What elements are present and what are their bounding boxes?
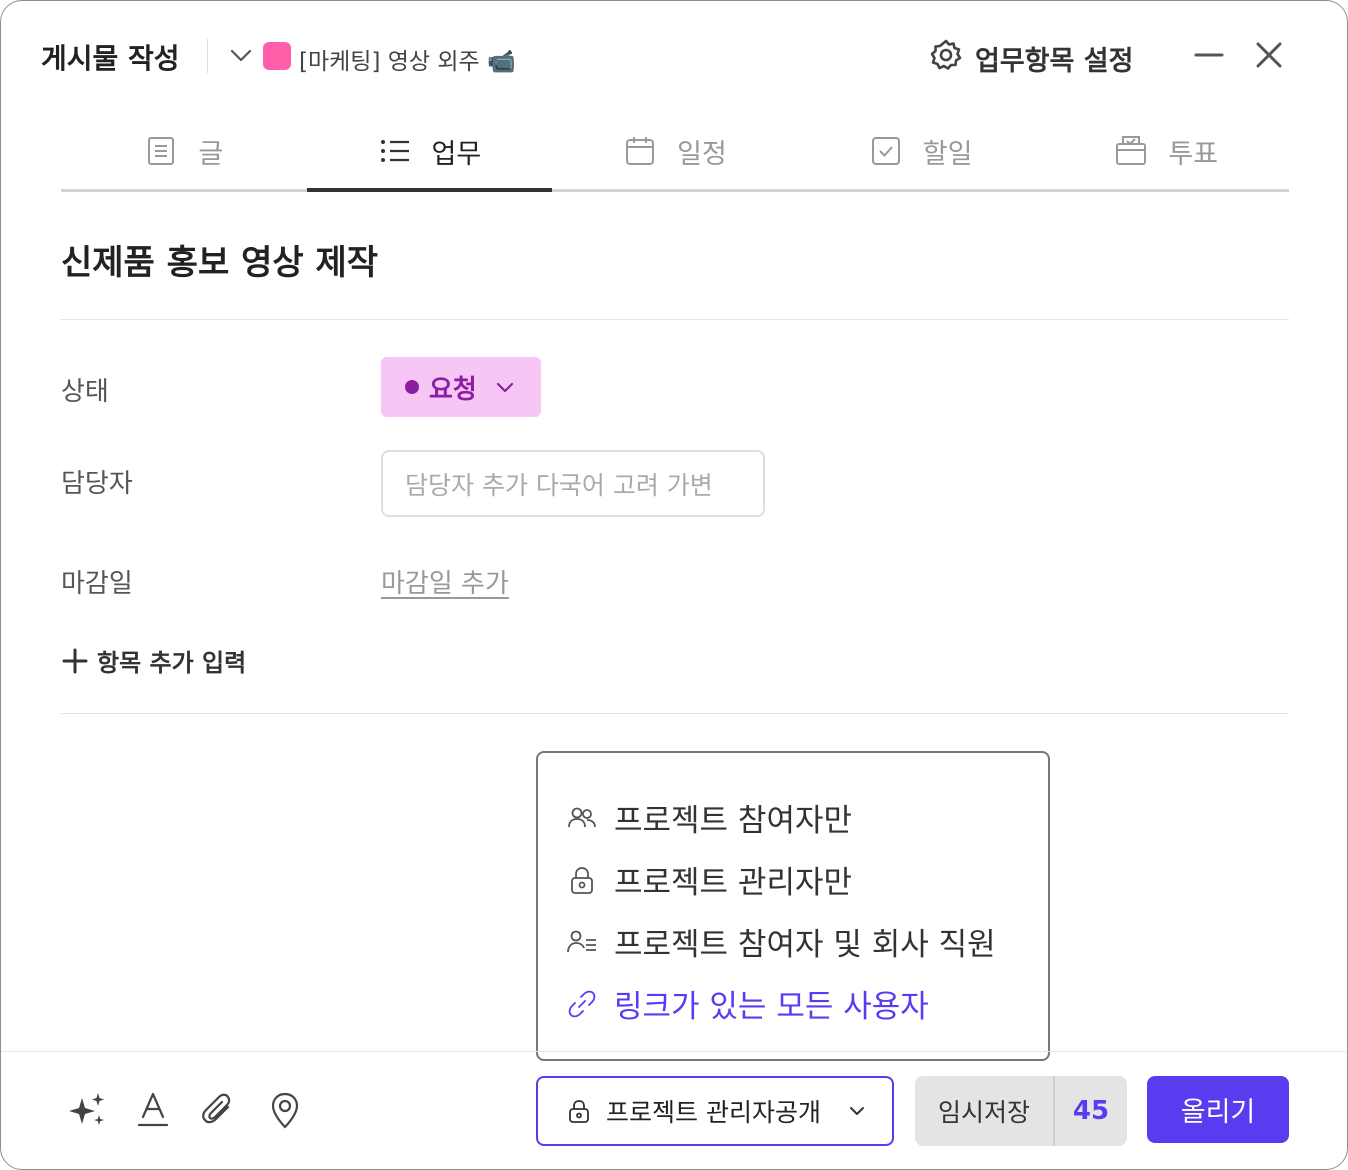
tab-label: 업무 xyxy=(431,138,482,170)
submit-button[interactable]: 올리기 xyxy=(1147,1076,1289,1143)
option-label: 프로젝트 관리자만 xyxy=(614,865,853,901)
option-label: 링크가 있는 모든 사용자 xyxy=(614,989,929,1025)
add-deadline-link[interactable]: 마감일 추가 xyxy=(381,563,509,600)
add-item-button[interactable]: 항목 추가 입력 xyxy=(61,643,246,678)
post-title[interactable]: 신제품 홍보 영상 제작 xyxy=(61,235,378,284)
status-value: 요청 xyxy=(429,374,477,405)
tab-label: 글 xyxy=(198,138,224,170)
tab-task[interactable]: 업무 xyxy=(306,113,553,192)
visibility-select[interactable]: 프로젝트 관리자공개 xyxy=(536,1076,894,1146)
post-compose-window: 게시물 작성 [마케팅] 영상 외주 📹 업무항목 설정 글 업무 일정 할일 xyxy=(0,0,1348,1170)
tab-label: 할일 xyxy=(922,138,973,170)
post-type-tabs: 글 업무 일정 할일 투표 xyxy=(61,113,1289,192)
location-pin-icon[interactable] xyxy=(264,1089,306,1131)
calendar-icon xyxy=(626,137,655,165)
assignee-input[interactable]: 담당자 추가 다국어 고려 가변 xyxy=(381,450,765,517)
tab-label: 투표 xyxy=(1168,138,1219,170)
visibility-option-participants-and-employees[interactable]: 프로젝트 참여자 및 회사 직원 xyxy=(566,919,996,964)
tab-label: 일정 xyxy=(677,138,727,170)
status-label: 상태 xyxy=(61,377,109,407)
add-item-label: 항목 추가 입력 xyxy=(97,649,247,677)
link-icon xyxy=(568,990,596,1017)
tab-todo[interactable]: 할일 xyxy=(798,113,1044,189)
chevron-down-icon xyxy=(850,1107,864,1115)
lock-icon xyxy=(571,866,593,894)
people-icon xyxy=(568,807,596,827)
visibility-value: 프로젝트 관리자공개 xyxy=(606,1098,821,1127)
text-format-icon[interactable] xyxy=(132,1089,174,1131)
option-label: 프로젝트 참여자 및 회사 직원 xyxy=(614,927,996,963)
assignee-label: 담당자 xyxy=(61,469,133,499)
chevron-down-icon xyxy=(496,382,513,393)
window-title: 게시물 작성 xyxy=(41,42,180,75)
close-icon[interactable] xyxy=(1249,35,1289,75)
project-color-swatch xyxy=(263,42,291,70)
footer-divider xyxy=(1,1051,1347,1052)
draft-save-button[interactable]: 임시저장 45 xyxy=(915,1076,1127,1146)
draft-save-label: 임시저장 xyxy=(915,1076,1055,1146)
paperclip-icon[interactable] xyxy=(198,1089,240,1131)
visibility-menu: 프로젝트 참여자만 프로젝트 관리자만 프로젝트 참여자 및 회사 직원 링크가… xyxy=(536,751,1050,1061)
task-settings-button[interactable]: 업무항목 설정 xyxy=(975,39,1133,78)
project-name[interactable]: [마케팅] 영상 외주 📹 xyxy=(299,42,516,76)
visibility-option-managers[interactable]: 프로젝트 관리자만 xyxy=(566,857,852,902)
header-divider xyxy=(207,39,208,73)
draft-count[interactable]: 45 xyxy=(1055,1076,1127,1146)
chevron-down-icon[interactable] xyxy=(227,41,255,69)
document-icon xyxy=(148,137,175,165)
lock-icon xyxy=(569,1100,589,1123)
list-icon xyxy=(380,140,409,162)
visibility-option-participants[interactable]: 프로젝트 참여자만 xyxy=(566,795,852,840)
sparkle-icon[interactable] xyxy=(67,1089,109,1131)
deadline-label: 마감일 xyxy=(61,569,133,599)
status-dot xyxy=(405,380,419,394)
status-dropdown[interactable]: 요청 xyxy=(381,357,541,417)
plus-icon xyxy=(62,648,88,673)
gear-icon[interactable] xyxy=(929,38,963,72)
people-list-icon xyxy=(567,930,596,952)
vote-icon xyxy=(1116,136,1147,165)
tab-schedule[interactable]: 일정 xyxy=(552,113,798,189)
minimize-icon[interactable] xyxy=(1189,35,1229,75)
visibility-option-anyone-with-link[interactable]: 링크가 있는 모든 사용자 xyxy=(566,981,929,1026)
tab-vote[interactable]: 투표 xyxy=(1043,113,1289,189)
option-label: 프로젝트 참여자만 xyxy=(614,803,853,839)
tab-post[interactable]: 글 xyxy=(61,113,307,189)
divider xyxy=(61,713,1289,714)
divider xyxy=(61,319,1289,320)
checkbox-icon xyxy=(871,137,900,165)
